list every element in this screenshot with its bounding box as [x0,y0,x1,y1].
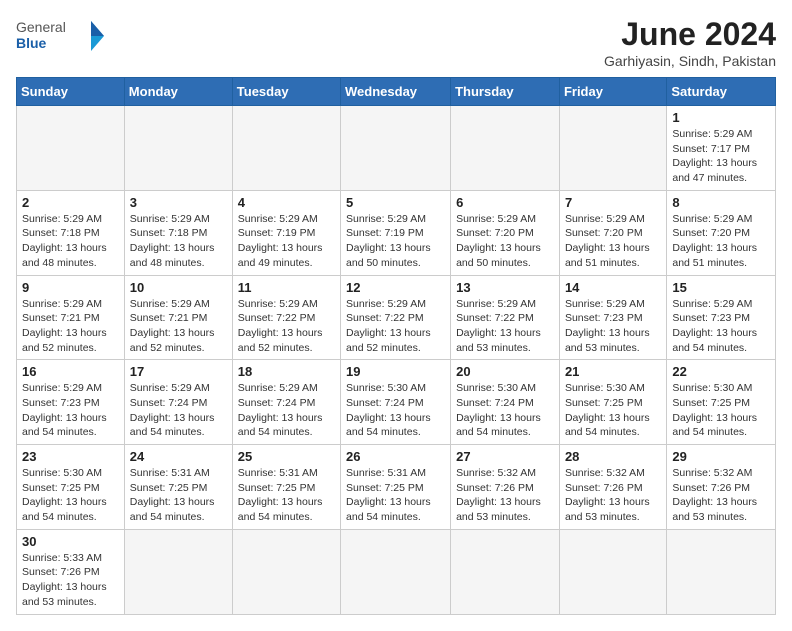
day-14: 14 Sunrise: 5:29 AMSunset: 7:23 PMDaylig… [559,275,666,360]
empty-cell [667,529,776,614]
day-21: 21 Sunrise: 5:30 AMSunset: 7:25 PMDaylig… [559,360,666,445]
calendar-row-6: 30 Sunrise: 5:33 AMSunset: 7:26 PMDaylig… [17,529,776,614]
day-22: 22 Sunrise: 5:30 AMSunset: 7:25 PMDaylig… [667,360,776,445]
empty-cell [341,529,451,614]
day-4: 4 Sunrise: 5:29 AMSunset: 7:19 PMDayligh… [232,190,340,275]
day-25: 25 Sunrise: 5:31 AMSunset: 7:25 PMDaylig… [232,445,340,530]
day-6: 6 Sunrise: 5:29 AMSunset: 7:20 PMDayligh… [451,190,560,275]
day-13: 13 Sunrise: 5:29 AMSunset: 7:22 PMDaylig… [451,275,560,360]
month-title: June 2024 [604,16,776,53]
day-30: 30 Sunrise: 5:33 AMSunset: 7:26 PMDaylig… [17,529,125,614]
day-11: 11 Sunrise: 5:29 AMSunset: 7:22 PMDaylig… [232,275,340,360]
day-5: 5 Sunrise: 5:29 AMSunset: 7:19 PMDayligh… [341,190,451,275]
day-17: 17 Sunrise: 5:29 AMSunset: 7:24 PMDaylig… [124,360,232,445]
empty-cell [341,106,451,191]
day-24: 24 Sunrise: 5:31 AMSunset: 7:25 PMDaylig… [124,445,232,530]
empty-cell [451,106,560,191]
calendar-row-2: 2 Sunrise: 5:29 AMSunset: 7:18 PMDayligh… [17,190,776,275]
header: General Blue June 2024 Garhiyasin, Sindh… [16,16,776,69]
day-20: 20 Sunrise: 5:30 AMSunset: 7:24 PMDaylig… [451,360,560,445]
day-9: 9 Sunrise: 5:29 AMSunset: 7:21 PMDayligh… [17,275,125,360]
location-subtitle: Garhiyasin, Sindh, Pakistan [604,53,776,69]
calendar-header-row: Sunday Monday Tuesday Wednesday Thursday… [17,78,776,106]
day-23: 23 Sunrise: 5:30 AMSunset: 7:25 PMDaylig… [17,445,125,530]
day-28: 28 Sunrise: 5:32 AMSunset: 7:26 PMDaylig… [559,445,666,530]
empty-cell [17,106,125,191]
empty-cell [451,529,560,614]
empty-cell [124,106,232,191]
header-saturday: Saturday [667,78,776,106]
calendar-row-3: 9 Sunrise: 5:29 AMSunset: 7:21 PMDayligh… [17,275,776,360]
calendar-row-1: 1 Sunrise: 5:29 AMSunset: 7:17 PMDayligh… [17,106,776,191]
svg-text:Blue: Blue [16,35,47,51]
header-monday: Monday [124,78,232,106]
day-8: 8 Sunrise: 5:29 AMSunset: 7:20 PMDayligh… [667,190,776,275]
day-7: 7 Sunrise: 5:29 AMSunset: 7:20 PMDayligh… [559,190,666,275]
empty-cell [232,529,340,614]
day-12: 12 Sunrise: 5:29 AMSunset: 7:22 PMDaylig… [341,275,451,360]
day-19: 19 Sunrise: 5:30 AMSunset: 7:24 PMDaylig… [341,360,451,445]
empty-cell [559,529,666,614]
day-29: 29 Sunrise: 5:32 AMSunset: 7:26 PMDaylig… [667,445,776,530]
calendar-row-4: 16 Sunrise: 5:29 AMSunset: 7:23 PMDaylig… [17,360,776,445]
day-16: 16 Sunrise: 5:29 AMSunset: 7:23 PMDaylig… [17,360,125,445]
empty-cell [124,529,232,614]
day-10: 10 Sunrise: 5:29 AMSunset: 7:21 PMDaylig… [124,275,232,360]
header-friday: Friday [559,78,666,106]
logo: General Blue [16,16,106,56]
empty-cell [232,106,340,191]
header-wednesday: Wednesday [341,78,451,106]
header-thursday: Thursday [451,78,560,106]
empty-cell [559,106,666,191]
header-sunday: Sunday [17,78,125,106]
svg-text:General: General [16,19,66,35]
day-26: 26 Sunrise: 5:31 AMSunset: 7:25 PMDaylig… [341,445,451,530]
day-2: 2 Sunrise: 5:29 AMSunset: 7:18 PMDayligh… [17,190,125,275]
header-tuesday: Tuesday [232,78,340,106]
day-15: 15 Sunrise: 5:29 AMSunset: 7:23 PMDaylig… [667,275,776,360]
day-18: 18 Sunrise: 5:29 AMSunset: 7:24 PMDaylig… [232,360,340,445]
day-1: 1 Sunrise: 5:29 AMSunset: 7:17 PMDayligh… [667,106,776,191]
title-area: June 2024 Garhiyasin, Sindh, Pakistan [604,16,776,69]
day-3: 3 Sunrise: 5:29 AMSunset: 7:18 PMDayligh… [124,190,232,275]
day-27: 27 Sunrise: 5:32 AMSunset: 7:26 PMDaylig… [451,445,560,530]
calendar-table: Sunday Monday Tuesday Wednesday Thursday… [16,77,776,615]
logo-svg: General Blue [16,16,106,56]
calendar-row-5: 23 Sunrise: 5:30 AMSunset: 7:25 PMDaylig… [17,445,776,530]
